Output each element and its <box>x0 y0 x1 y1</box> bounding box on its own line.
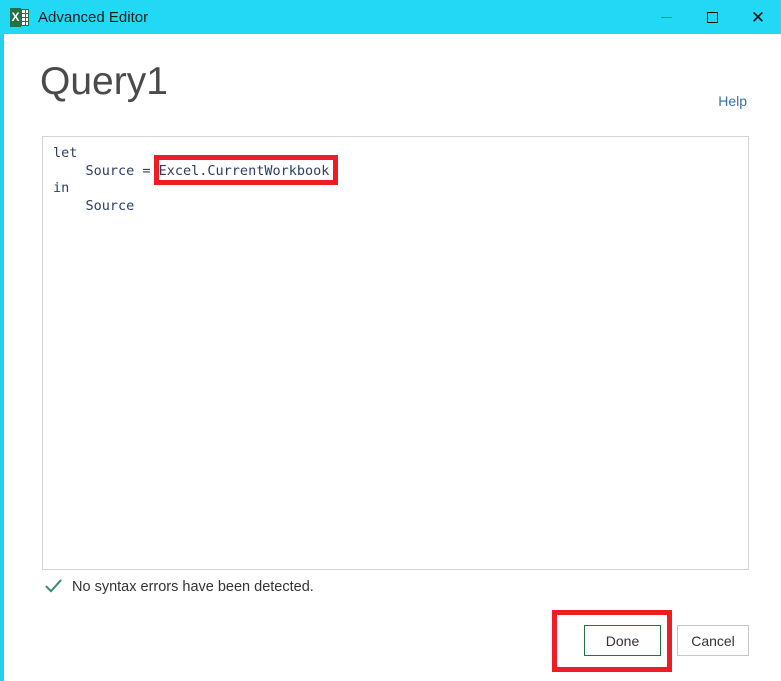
check-icon <box>45 579 62 593</box>
close-button[interactable]: ✕ <box>735 0 781 34</box>
cancel-button[interactable]: Cancel <box>677 625 749 656</box>
excel-icon: X <box>10 7 29 27</box>
minimize-icon <box>660 16 672 18</box>
excel-icon-letter: X <box>11 9 20 24</box>
status-message: No syntax errors have been detected. <box>72 578 314 595</box>
window-controls: ✕ <box>643 0 781 34</box>
window-title: Advanced Editor <box>38 8 149 26</box>
maximize-icon <box>706 11 718 23</box>
maximize-button[interactable] <box>689 0 735 34</box>
done-button[interactable]: Done <box>584 625 661 656</box>
excel-icon-grid <box>21 8 29 26</box>
minimize-button[interactable] <box>643 0 689 34</box>
code-editor-text[interactable]: let Source = Excel.CurrentWorkbook in So… <box>43 137 748 215</box>
code-editor[interactable]: let Source = Excel.CurrentWorkbook in So… <box>42 136 749 570</box>
page-title: Query1 <box>40 60 168 103</box>
title-bar: X Advanced Editor ✕ <box>0 0 781 34</box>
help-link[interactable]: Help <box>718 93 747 109</box>
close-icon: ✕ <box>750 7 766 27</box>
advanced-editor-window: X Advanced Editor ✕ Query1 Help let Sour… <box>0 0 781 681</box>
syntax-status: No syntax errors have been detected. <box>45 578 314 595</box>
